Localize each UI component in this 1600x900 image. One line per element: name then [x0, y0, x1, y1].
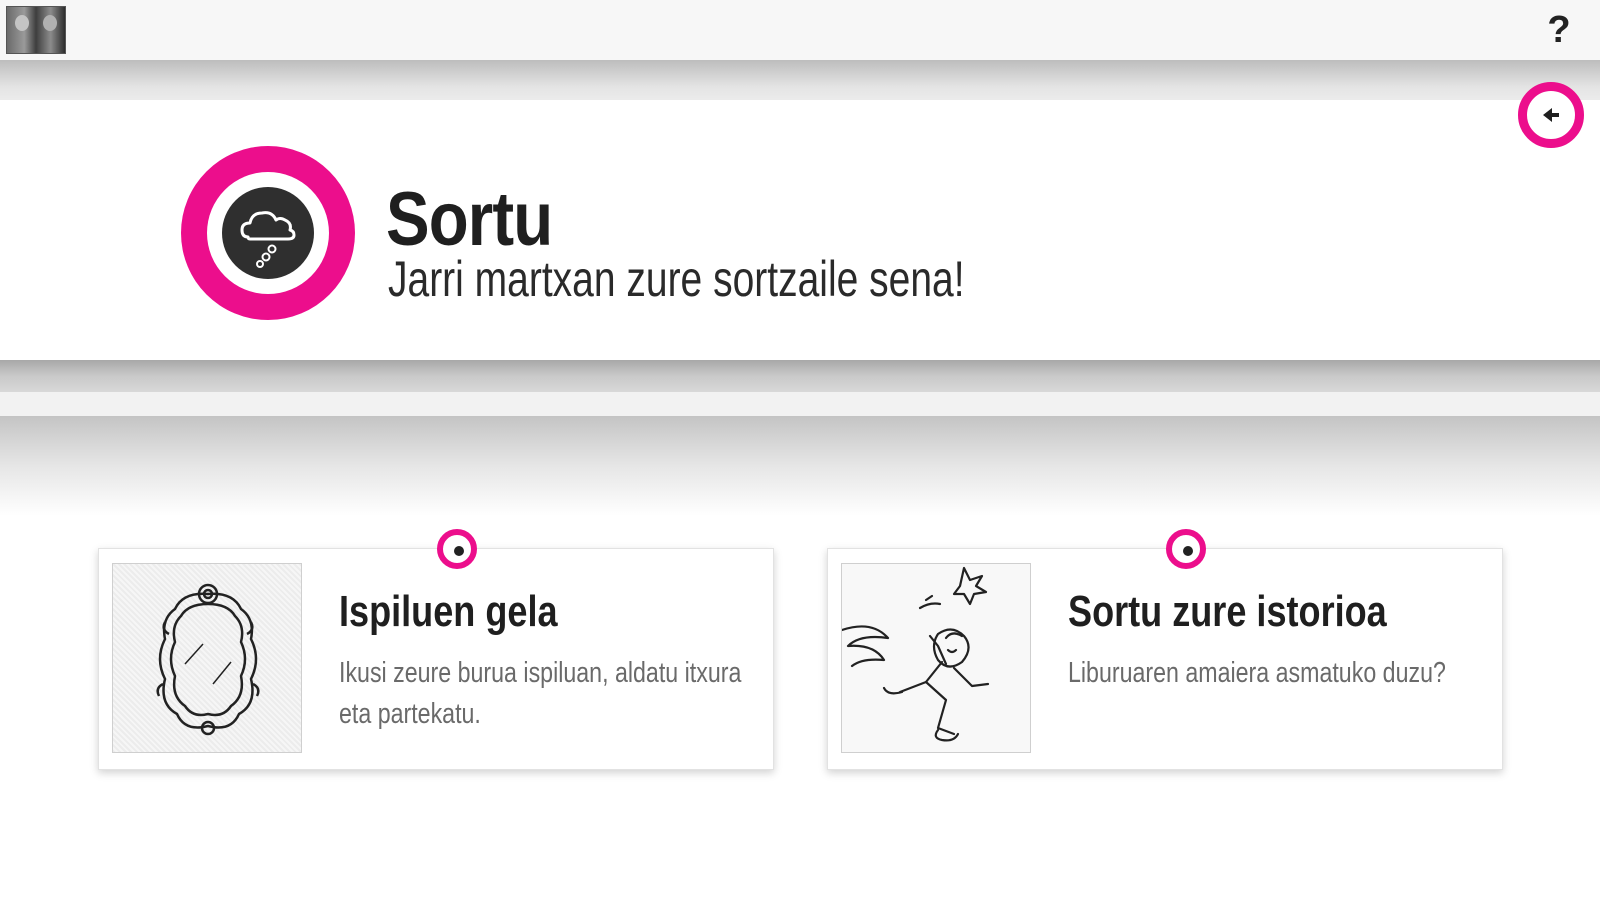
top-bar: ?: [0, 0, 1600, 60]
card-thumbnail: [841, 563, 1031, 753]
ornate-mirror-icon: [156, 583, 260, 736]
back-button[interactable]: [1518, 82, 1584, 148]
arrow-left-icon: [1543, 108, 1559, 122]
page-subtitle: Jarri martxan zure sortzaile sena!: [388, 251, 965, 307]
card-mirror-room[interactable]: Ispiluen gela Ikusi zeure burua ispiluan…: [98, 529, 774, 770]
divider: [0, 392, 1600, 416]
pin-icon: [1166, 529, 1206, 569]
card-title: Ispiluen gela: [339, 587, 558, 636]
pin-icon: [437, 529, 477, 569]
header-panel: Sortu Jarri martxan zure sortzaile sena!: [0, 82, 1600, 360]
help-button[interactable]: ?: [1544, 8, 1574, 52]
card-description: Liburuaren amaiera asmatuko duzu?: [1068, 657, 1446, 689]
card-create-story[interactable]: Sortu zure istorioa Liburuaren amaiera a…: [827, 529, 1503, 770]
card-description: Ikusi zeure burua ispiluan, aldatu itxur…: [339, 657, 742, 730]
card-thumbnail: [112, 563, 302, 753]
cloud-icon: [240, 211, 296, 268]
section-logo: [181, 146, 355, 320]
running-character-icon: [842, 566, 990, 742]
content-top-shadow: [0, 416, 1600, 516]
card-title: Sortu zure istorioa: [1068, 587, 1387, 636]
avatar[interactable]: [6, 6, 66, 54]
